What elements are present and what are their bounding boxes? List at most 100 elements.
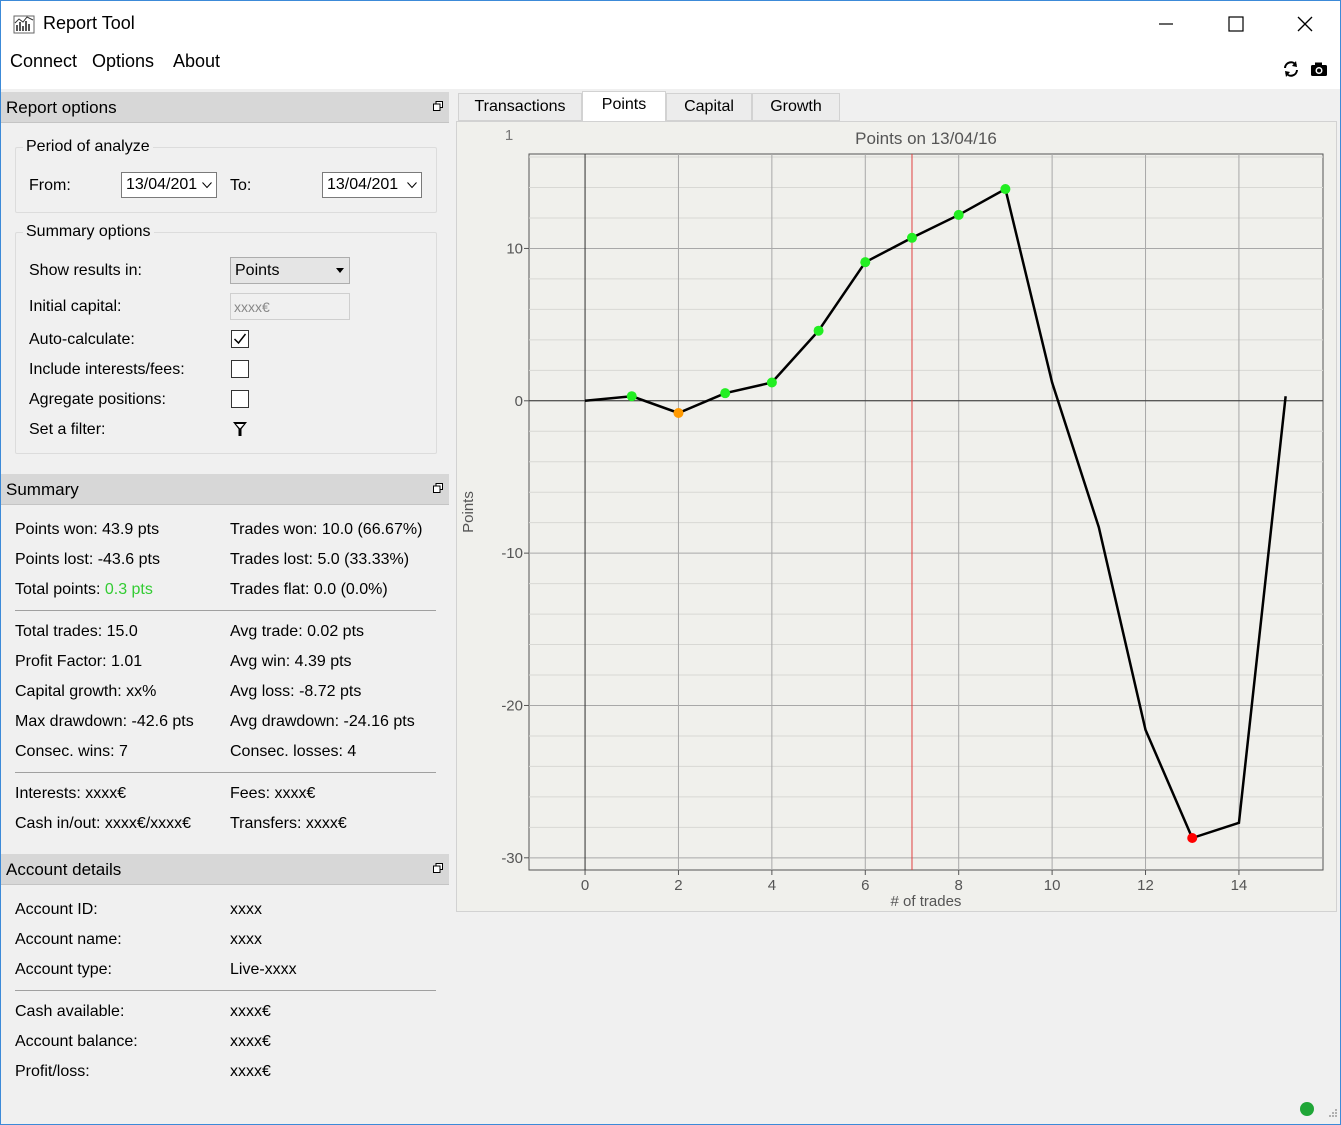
points-won: Points won: 43.9 pts bbox=[15, 521, 160, 538]
account-id-value: xxxx bbox=[230, 901, 262, 918]
data-point-marker bbox=[953, 209, 964, 220]
include-fees-checkbox[interactable] bbox=[231, 360, 249, 378]
fees: Fees: xxxx€ bbox=[230, 785, 316, 802]
chart-app-icon bbox=[13, 15, 35, 34]
account-details-title: Account details bbox=[6, 860, 122, 879]
menu-bar: Connect Options About bbox=[1, 47, 1340, 89]
y-tick-label: -10 bbox=[501, 545, 523, 562]
avg-win: Avg win: 4.39 pts bbox=[230, 653, 352, 670]
account-name-label: Account name: bbox=[15, 931, 122, 948]
initial-capital-input[interactable]: xxxx€ bbox=[230, 293, 350, 320]
account-separator bbox=[15, 990, 436, 991]
summary-header: Summary bbox=[1, 474, 449, 505]
from-date-value: 13/04/201 bbox=[126, 176, 198, 193]
data-point-marker bbox=[1000, 184, 1011, 195]
cash-available-value: xxxx€ bbox=[230, 1003, 271, 1020]
main-window: Report Tool Connect Options About Report… bbox=[0, 0, 1341, 1125]
total-points: Total points: 0.3 pts bbox=[15, 581, 153, 599]
data-point-marker bbox=[720, 388, 731, 399]
account-id-label: Account ID: bbox=[15, 901, 98, 918]
y-tick-label: 10 bbox=[506, 240, 523, 257]
resize-grip-icon[interactable] bbox=[1326, 1108, 1338, 1120]
to-date-edit[interactable]: 13/04/201 bbox=[322, 172, 422, 198]
report-options-title: Report options bbox=[6, 98, 117, 117]
left-dock-area: Report options Period of analyze From: 1… bbox=[1, 91, 449, 1124]
camera-icon[interactable] bbox=[1309, 59, 1329, 79]
show-results-combo[interactable]: Points bbox=[230, 257, 350, 284]
profit-loss-value: xxxx€ bbox=[230, 1063, 271, 1080]
show-results-value: Points bbox=[235, 262, 280, 279]
data-point-marker bbox=[673, 407, 684, 418]
auto-calculate-checkbox[interactable] bbox=[231, 330, 249, 348]
close-button[interactable] bbox=[1270, 1, 1340, 47]
initial-capital-label: Initial capital: bbox=[29, 298, 122, 315]
consec-losses: Consec. losses: 4 bbox=[230, 743, 357, 760]
y-tick-label: -20 bbox=[501, 697, 523, 714]
data-point-marker bbox=[860, 257, 871, 268]
aggregate-checkbox[interactable] bbox=[231, 390, 249, 408]
summary-options-group-title: Summary options bbox=[23, 223, 154, 241]
account-balance-label: Account balance: bbox=[15, 1033, 138, 1050]
profit-loss-label: Profit/loss: bbox=[15, 1063, 90, 1080]
capital-growth: Capital growth: xx% bbox=[15, 683, 157, 700]
chart-title: Points on 13/04/16 bbox=[855, 129, 997, 148]
menu-about[interactable]: About bbox=[171, 51, 222, 72]
tab-capital[interactable]: Capital bbox=[666, 93, 752, 121]
tab-transactions[interactable]: Transactions bbox=[458, 93, 582, 121]
cash-available-label: Cash available: bbox=[15, 1003, 125, 1020]
maximize-icon bbox=[1228, 16, 1244, 32]
window-title: Report Tool bbox=[43, 13, 135, 33]
float-dock-icon[interactable] bbox=[433, 483, 443, 493]
points-lost: Points lost: -43.6 pts bbox=[15, 551, 160, 568]
data-point-marker bbox=[1187, 833, 1198, 844]
x-tick-label: 6 bbox=[861, 877, 869, 894]
x-tick-label: 2 bbox=[674, 877, 682, 894]
account-balance-value: xxxx€ bbox=[230, 1033, 271, 1050]
minimize-icon bbox=[1159, 23, 1173, 25]
float-dock-icon[interactable] bbox=[433, 863, 443, 873]
from-date-edit[interactable]: 13/04/201 bbox=[121, 172, 217, 198]
x-tick-label: 12 bbox=[1137, 877, 1154, 894]
trades-flat: Trades flat: 0.0 (0.0%) bbox=[230, 581, 388, 598]
menu-options[interactable]: Options bbox=[90, 51, 156, 72]
include-fees-label: Include interests/fees: bbox=[29, 361, 185, 378]
menu-connect[interactable]: Connect bbox=[8, 51, 79, 72]
auto-calculate-label: Auto-calculate: bbox=[29, 331, 135, 348]
float-dock-icon[interactable] bbox=[433, 101, 443, 111]
avg-loss: Avg loss: -8.72 pts bbox=[230, 683, 362, 700]
account-details-header: Account details bbox=[1, 854, 449, 885]
data-point-marker bbox=[626, 391, 637, 402]
account-type-value: Live-xxxx bbox=[230, 961, 297, 978]
x-axis-label: # of trades bbox=[891, 893, 962, 910]
data-point-marker bbox=[906, 232, 917, 243]
maximize-button[interactable] bbox=[1201, 1, 1271, 47]
initial-capital-placeholder: xxxx€ bbox=[234, 299, 270, 315]
interests: Interests: xxxx€ bbox=[15, 785, 127, 802]
plot-area bbox=[528, 153, 1324, 871]
report-tabs: Transactions Points Capital Growth 0 2 4 6 8… bbox=[456, 91, 1340, 1124]
from-label: From: bbox=[29, 177, 71, 194]
chevron-down-icon bbox=[407, 182, 417, 189]
summary-separator bbox=[15, 772, 436, 773]
points-tab-page: 0 2 4 6 8 10 12 14 10 0 -10 -20 -30 Points on 13/04/1… bbox=[456, 121, 1337, 912]
avg-drawdown: Avg drawdown: -24.16 pts bbox=[230, 713, 415, 730]
period-group-title: Period of analyze bbox=[23, 138, 153, 156]
filter-icon[interactable] bbox=[232, 421, 248, 438]
to-date-value: 13/04/201 bbox=[327, 176, 399, 193]
x-tick-label: 14 bbox=[1231, 877, 1248, 894]
total-points-value: 0.3 pts bbox=[104, 581, 153, 598]
cash-in-out: Cash in/out: xxxx€/xxxx€ bbox=[15, 815, 192, 832]
tab-growth[interactable]: Growth bbox=[752, 93, 840, 121]
summary-title: Summary bbox=[6, 480, 79, 499]
checkmark-icon bbox=[233, 333, 247, 345]
y-tick-label: 0 bbox=[515, 393, 523, 410]
data-point-marker bbox=[766, 377, 777, 388]
refresh-icon[interactable] bbox=[1281, 59, 1301, 79]
minimize-button[interactable] bbox=[1131, 1, 1201, 47]
account-name-value: xxxx bbox=[230, 931, 262, 948]
avg-trade: Avg trade: 0.02 pts bbox=[230, 623, 365, 640]
tab-points[interactable]: Points bbox=[582, 91, 666, 121]
dropdown-arrow-icon bbox=[336, 268, 344, 273]
x-tick-label: 10 bbox=[1044, 877, 1061, 894]
points-chart[interactable]: 0 2 4 6 8 10 12 14 10 0 -10 -20 -30 Points on 13/04/1… bbox=[457, 122, 1336, 911]
